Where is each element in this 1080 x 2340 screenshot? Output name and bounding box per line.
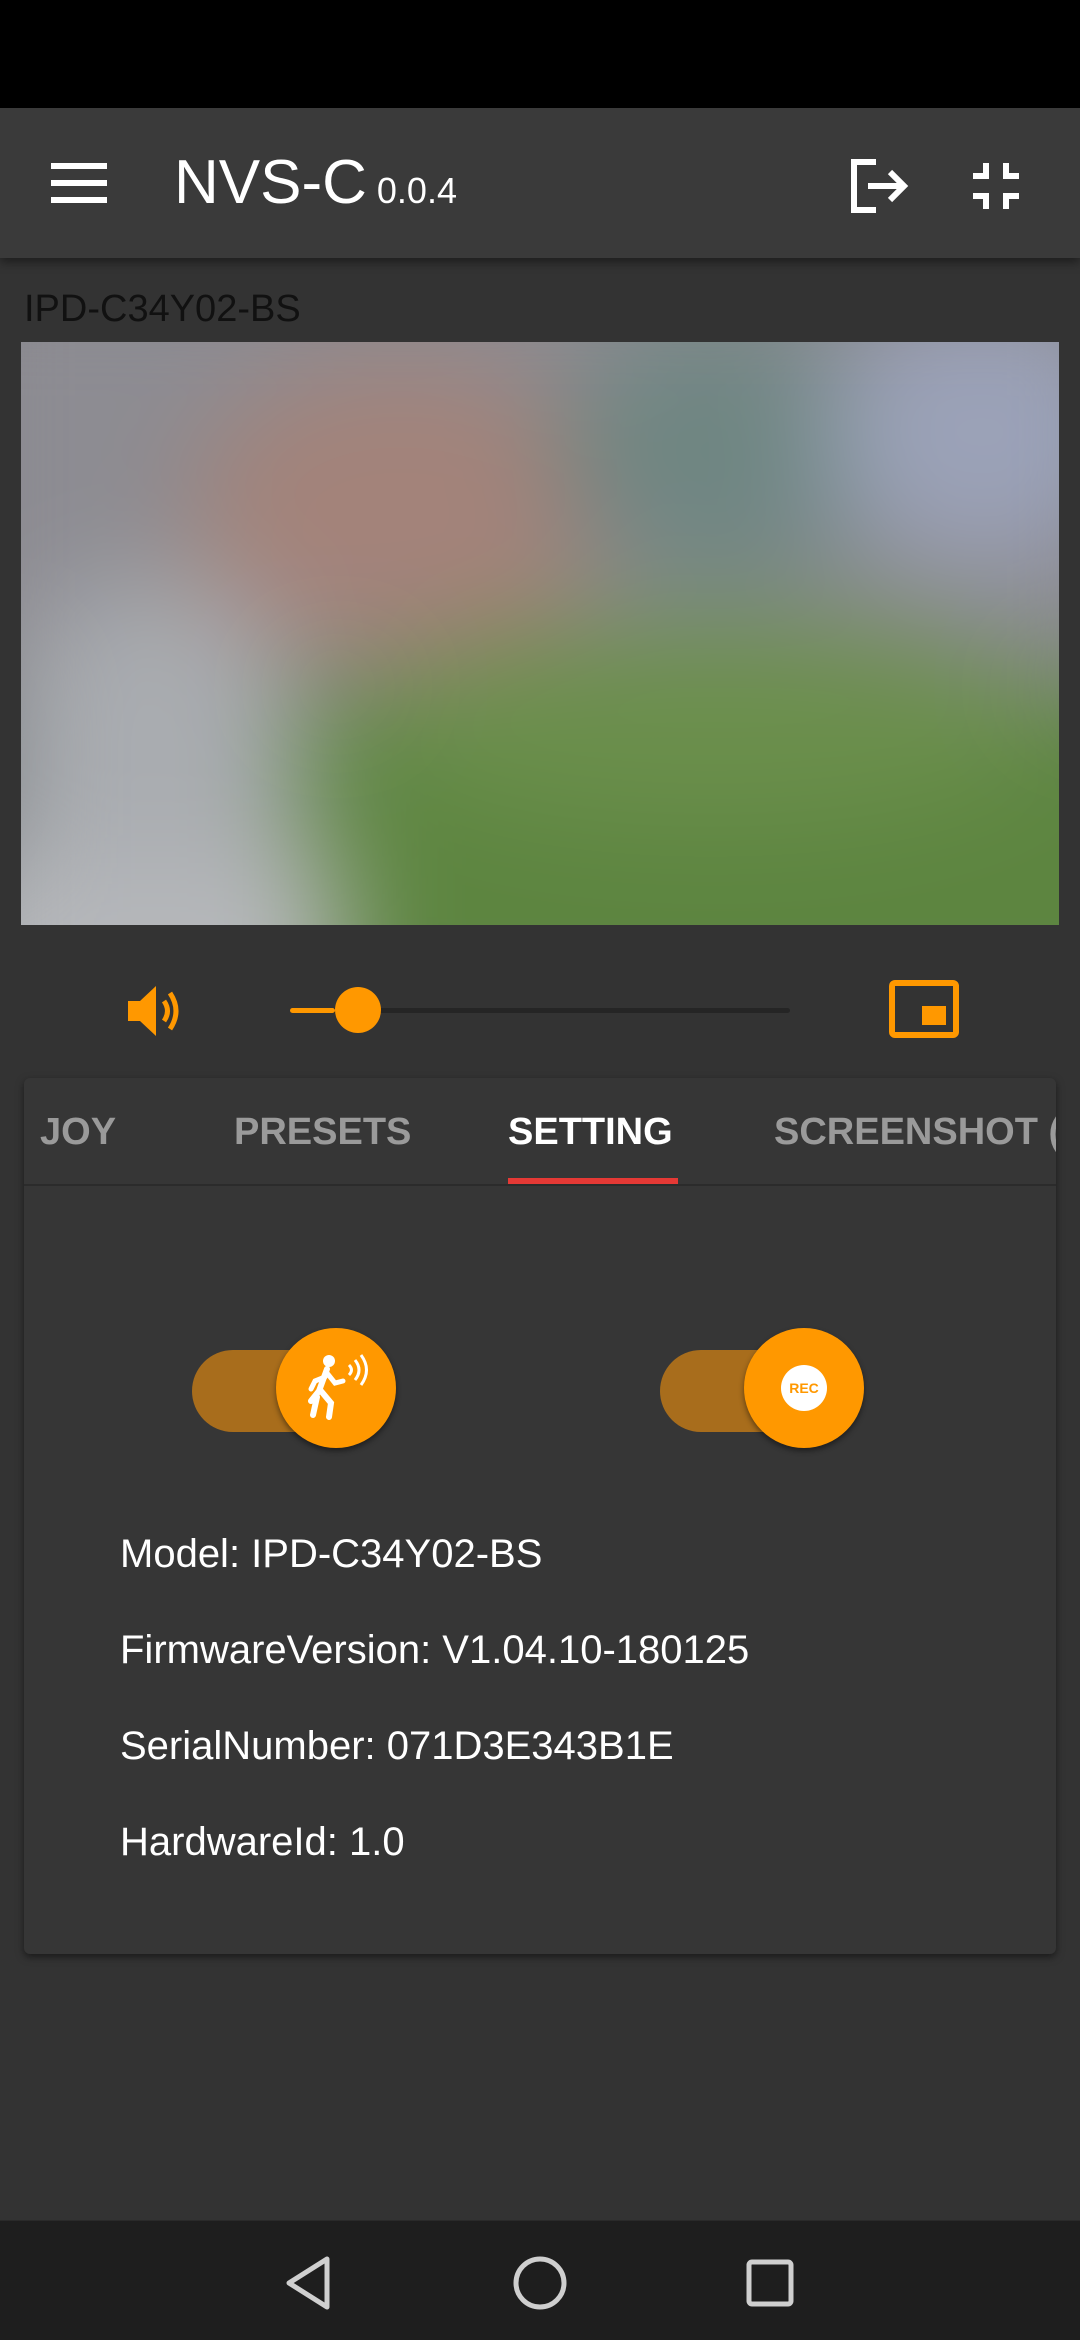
camera-name: IPD-C34Y02-BS [24, 288, 301, 330]
recents-icon [746, 2259, 794, 2307]
tab-setting[interactable]: SETTING [508, 1078, 673, 1184]
volume-button[interactable] [118, 976, 196, 1046]
volume-slider-thumb[interactable] [335, 987, 381, 1033]
motion-detection-icon [308, 1354, 368, 1420]
recents-button[interactable] [730, 2243, 810, 2323]
app-name: NVS-C [174, 148, 367, 217]
picture-in-picture-icon [889, 980, 959, 1038]
record-toggle[interactable]: REC [660, 1318, 870, 1448]
volume-slider[interactable] [290, 987, 790, 1033]
motion-toggle-knob [276, 1328, 396, 1448]
app-version: 0.0.4 [376, 170, 457, 211]
playback-controls [0, 960, 1080, 1060]
firmware-info: FirmwareVersion: V1.04.10-180125 [120, 1628, 750, 1672]
hardware-info: HardwareId: 1.0 [120, 1820, 405, 1864]
exit-fullscreen-button[interactable] [956, 146, 1036, 226]
model-info: Model: IPD-C34Y02-BS [120, 1532, 543, 1576]
back-button[interactable] [268, 2243, 348, 2323]
picture-in-picture-button[interactable] [888, 976, 960, 1042]
status-bar [0, 0, 1080, 108]
active-tab-indicator [508, 1178, 678, 1184]
volume-slider-fill [290, 1008, 335, 1013]
app-bar: NVS-C 0.0.4 [0, 108, 1080, 258]
fullscreen-exit-icon [973, 163, 1019, 209]
tab-bar: JOY PRESETS SETTING SCREENSHOT ( [24, 1078, 1056, 1186]
motion-detection-toggle[interactable] [192, 1318, 402, 1448]
tab-presets[interactable]: PRESETS [234, 1078, 411, 1184]
back-icon [286, 2256, 330, 2310]
rec-icon: REC [781, 1365, 827, 1411]
home-button[interactable] [500, 2243, 580, 2323]
system-nav-bar [0, 2220, 1080, 2340]
hamburger-menu-icon [51, 163, 107, 203]
menu-button[interactable] [40, 144, 118, 222]
record-toggle-knob: REC [744, 1328, 864, 1448]
video-feed[interactable] [21, 342, 1059, 925]
app-title: NVS-C 0.0.4 [174, 148, 457, 226]
tab-screenshot[interactable]: SCREENSHOT ( [774, 1078, 1056, 1184]
rec-label: REC [789, 1380, 819, 1396]
logout-button[interactable] [838, 146, 918, 226]
logout-icon [851, 159, 909, 213]
home-icon [513, 2256, 567, 2310]
speaker-icon [128, 986, 179, 1036]
settings-card: JOY PRESETS SETTING SCREENSHOT (REC Mod… [24, 1078, 1056, 1954]
tab-joy[interactable]: JOY [40, 1078, 116, 1184]
serial-info: SerialNumber: 071D3E343B1E [120, 1724, 674, 1768]
